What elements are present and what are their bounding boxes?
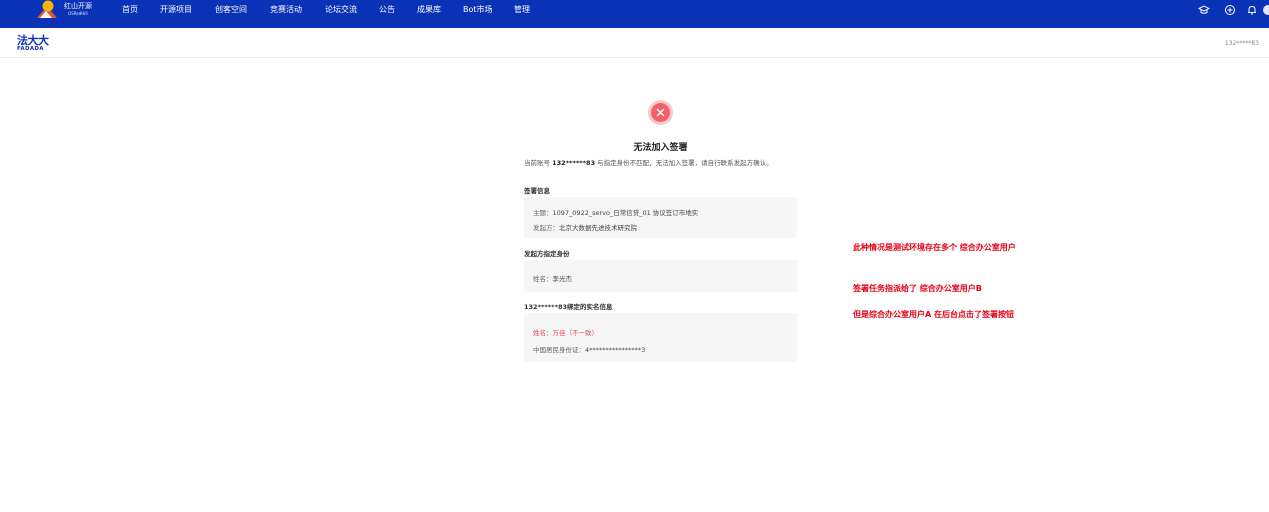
designated-name-key: 姓名：	[533, 275, 553, 283]
sign-info-card: 主题：1097_0922_servo_日常信贷_01 协议签订市地实 发起方：北…	[524, 197, 797, 238]
nav-item-home[interactable]: 首页	[122, 4, 138, 15]
nav-item-competitions[interactable]: 竞赛活动	[270, 4, 302, 15]
bound-id-value: 4****************3	[585, 346, 646, 354]
bound-identity-label: 132******83绑定的实名信息	[524, 303, 613, 311]
sign-topic-key: 主题：	[533, 209, 553, 217]
bound-id-key: 中国居民身份证：	[533, 346, 585, 354]
sign-topic-row: 主题：1097_0922_servo_日常信贷_01 协议签订市地实	[533, 207, 698, 217]
nav-item-open-source[interactable]: 开源项目	[160, 4, 192, 15]
desc-suffix: 与指定身份不匹配，无法加入签署，请自行联系发起方确认。	[597, 159, 773, 167]
current-account[interactable]: 132*****83	[1225, 40, 1259, 47]
close-icon	[656, 108, 665, 117]
bound-name-key: 姓名：	[533, 329, 553, 337]
bound-identity-card: 姓名：万佳（不一致） 中国居民身份证：4****************3	[524, 313, 797, 362]
sign-topic-value: 1097_0922_servo_日常信贷_01 协议签订市地实	[552, 209, 699, 217]
designated-identity-label: 发起方指定身份	[524, 250, 570, 258]
nav-item-maker-space[interactable]: 创客空间	[215, 4, 247, 15]
fadada-logo[interactable]: 法大大 FADADA	[17, 34, 49, 53]
annotation-note-2: 签署任务指派给了 综合办公室用户B	[853, 284, 982, 293]
logo-mark-icon	[37, 0, 57, 18]
sub-header: 法大大 FADADA 132*****83	[0, 28, 1269, 58]
designated-identity-card: 姓名：李光杰	[524, 260, 797, 292]
error-description: 当前账号 132******83 与指定身份不匹配，无法加入签署，请自行联系发起…	[524, 157, 773, 167]
annotation-note-1: 此种情况是测试环境存在多个 综合办公室用户	[853, 243, 1016, 252]
annotation-note-3: 但是综合办公室用户A 在后台点击了签署按钮	[853, 310, 1014, 319]
plus-circle-icon[interactable]	[1224, 4, 1236, 16]
graduation-cap-icon[interactable]	[1198, 4, 1210, 16]
brand-name-en: FADADA	[17, 46, 44, 52]
logo-title: 红山开源	[64, 2, 92, 10]
top-navbar: 红山开源 OSRedHill 首页 开源项目 创客空间 竞赛活动 论坛交流 公告…	[0, 0, 1269, 28]
nav-item-forum[interactable]: 论坛交流	[325, 4, 357, 15]
bell-icon[interactable]	[1246, 4, 1258, 16]
designated-name-value: 李光杰	[552, 275, 573, 283]
logo-subtitle: OSRedHill	[68, 11, 88, 16]
sign-initiator-key: 发起方：	[533, 224, 559, 232]
sign-info-label: 签署信息	[524, 187, 550, 195]
sign-initiator-value: 北京大数据先进技术研究院	[559, 224, 637, 232]
designated-name-row: 姓名：李光杰	[533, 273, 572, 283]
bound-name-value: 万佳（不一致）	[552, 329, 599, 337]
nav-item-announcements[interactable]: 公告	[379, 4, 395, 15]
sign-initiator-row: 发起方：北京大数据先进技术研究院	[533, 222, 637, 232]
bound-name-row: 姓名：万佳（不一致）	[533, 327, 598, 337]
page-title: 无法加入签署	[633, 143, 688, 153]
brand-name-cn: 法大大	[17, 34, 49, 47]
desc-account: 132******83	[552, 159, 596, 167]
error-status-icon	[648, 100, 673, 125]
nav-item-bot-market[interactable]: Bot市场	[463, 4, 493, 15]
user-icon[interactable]	[1262, 4, 1269, 16]
desc-prefix: 当前账号	[524, 159, 550, 167]
bound-id-row: 中国居民身份证：4****************3	[533, 344, 645, 354]
nav-item-admin[interactable]: 管理	[514, 4, 530, 15]
nav-item-achievements[interactable]: 成果库	[417, 4, 441, 15]
